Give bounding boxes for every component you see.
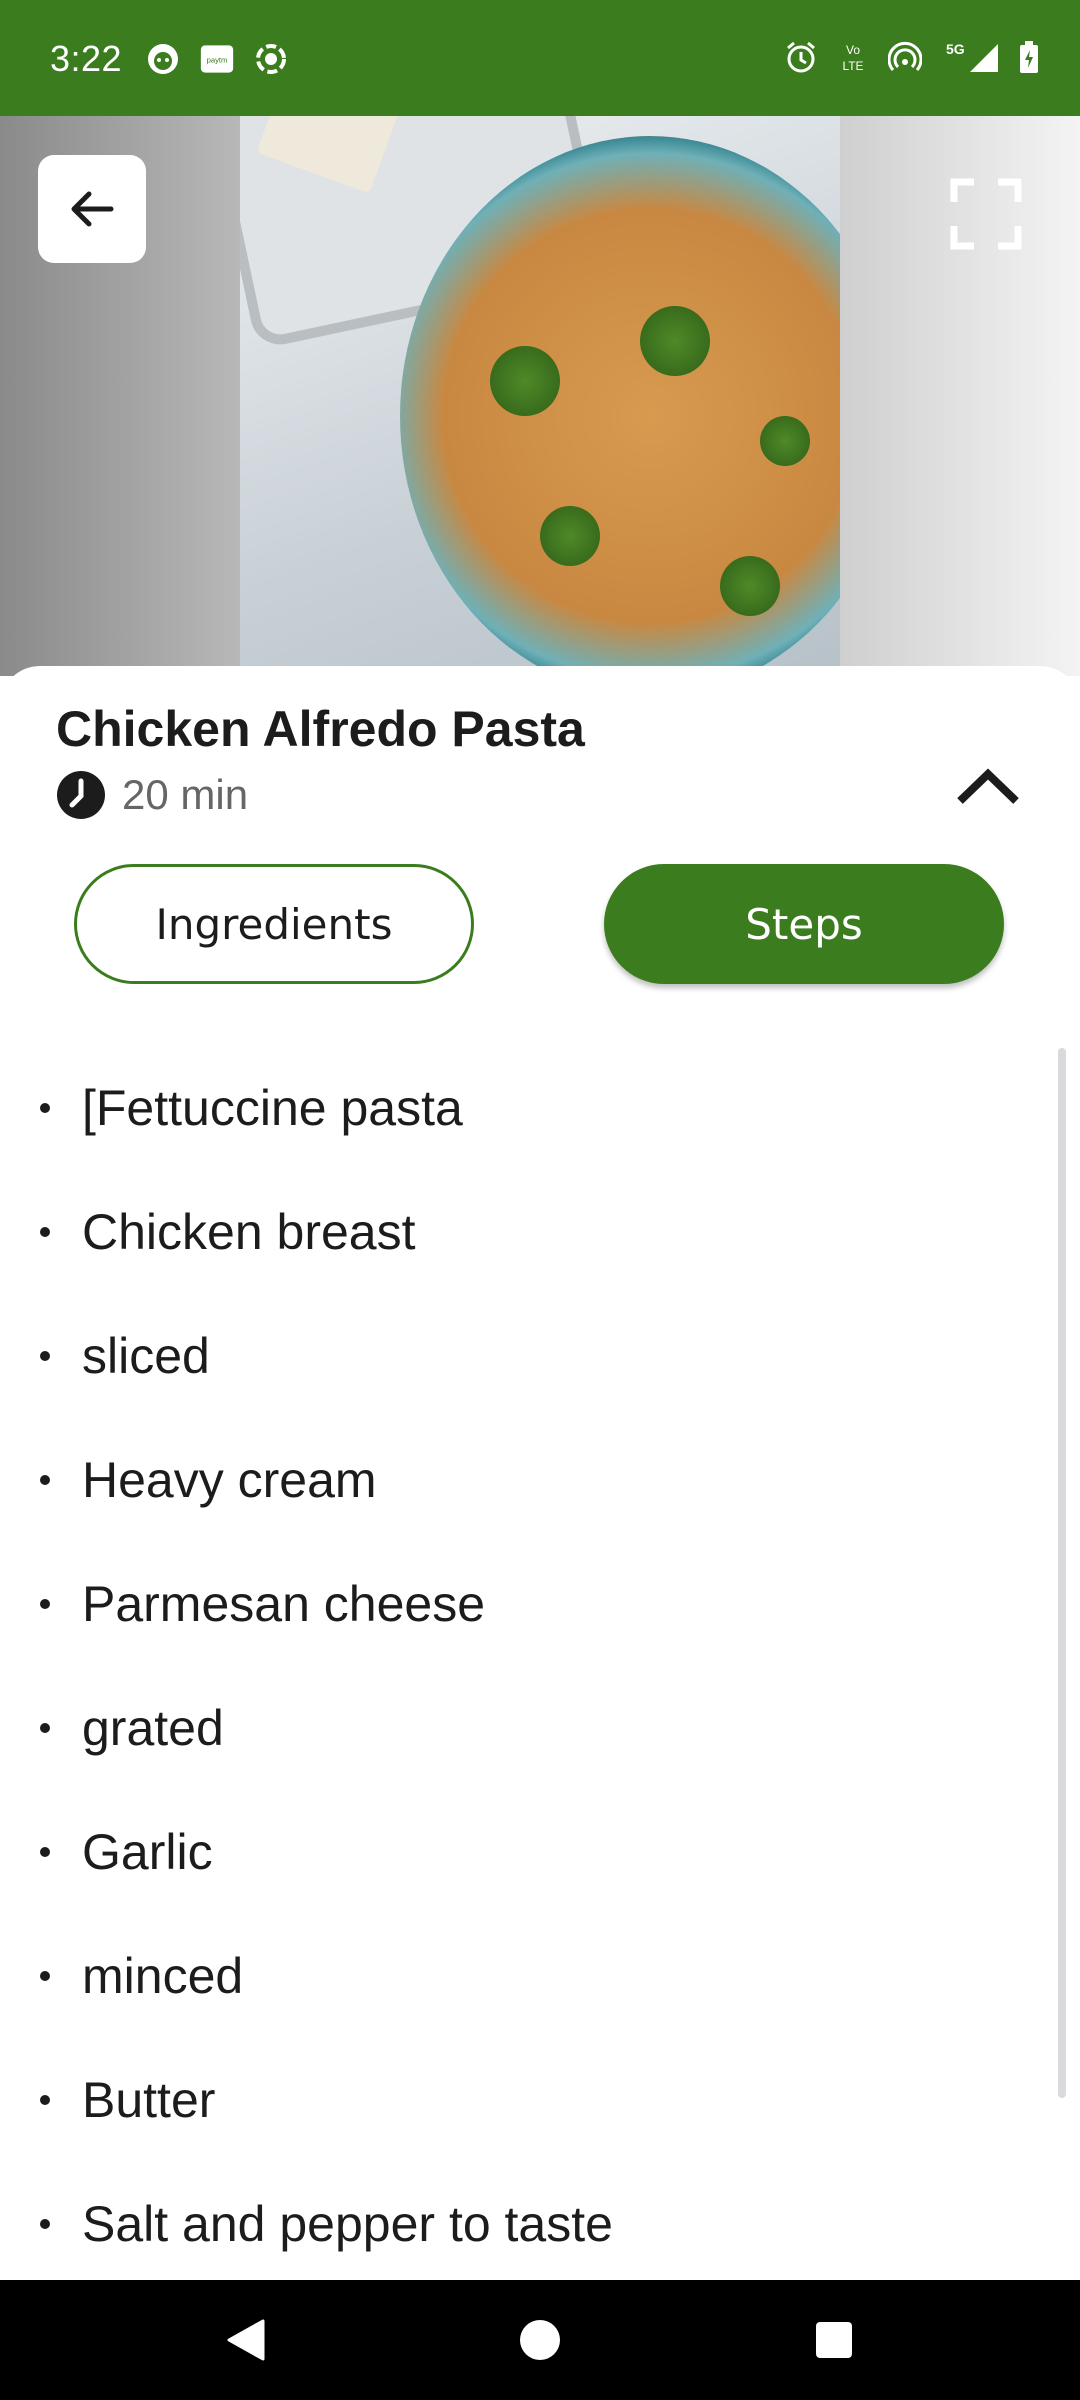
fullscreen-icon — [950, 178, 1022, 250]
svg-text:5G: 5G — [946, 41, 965, 57]
app-notification-icon — [146, 42, 180, 76]
list-item: Butter — [0, 2038, 1060, 2162]
nav-recents-button[interactable] — [804, 2310, 864, 2370]
bullet — [40, 1103, 50, 1113]
bullet — [40, 1599, 50, 1609]
broccoli-shape — [720, 556, 780, 616]
status-right-icons: Vo LTE 5G — [784, 40, 1040, 74]
svg-text:paytm: paytm — [207, 55, 228, 64]
tab-steps[interactable]: Steps — [604, 864, 1004, 984]
arrow-left-icon — [71, 191, 114, 227]
volte-icon: Vo LTE — [836, 40, 870, 74]
bullet — [40, 1971, 50, 1981]
nav-recents-square-icon — [816, 2322, 852, 2358]
broccoli-shape — [540, 506, 600, 566]
list-item: grated — [0, 1666, 1060, 1790]
cook-time: 20 min — [122, 771, 249, 818]
svg-text:LTE: LTE — [842, 59, 863, 73]
paytm-icon: paytm — [200, 42, 234, 76]
svg-text:Vo: Vo — [846, 43, 860, 57]
signal-icon: 5G — [940, 40, 1000, 74]
ingredient-text: Chicken breast — [82, 1204, 416, 1260]
bullet — [40, 2095, 50, 2105]
system-nav-bar — [0, 2280, 1080, 2400]
recipe-title: Chicken Alfredo Pasta — [56, 701, 585, 757]
ingredient-text: sliced — [82, 1328, 210, 1384]
broccoli-shape — [490, 346, 560, 416]
broccoli-shape — [640, 306, 710, 376]
chevron-up-icon — [957, 768, 1019, 804]
list-item: sliced — [0, 1294, 1060, 1418]
bullet — [40, 1847, 50, 1857]
battery-charging-icon — [1018, 40, 1040, 74]
ingredient-text: Garlic — [82, 1824, 213, 1880]
list-item: Chicken breast — [0, 1170, 1060, 1294]
cook-time-row: 20 min — [56, 770, 248, 820]
ingredient-text: minced — [82, 1948, 244, 2004]
bullet — [40, 1227, 50, 1237]
list-item: Heavy cream — [0, 1418, 1060, 1542]
ingredients-list: [Fettuccine pasta Chicken breast sliced … — [0, 1046, 1060, 2286]
ingredient-text: [Fettuccine pasta — [82, 1080, 463, 1136]
ingredient-text: Parmesan cheese — [82, 1576, 486, 1632]
status-left-icons: paytm — [146, 42, 288, 76]
pasta-photo — [240, 116, 840, 676]
list-item: [Fettuccine pasta — [0, 1046, 1060, 1170]
nav-home-button[interactable] — [510, 2310, 570, 2370]
recipe-hero-image — [0, 116, 1080, 676]
nav-back-button[interactable] — [216, 2310, 276, 2370]
nav-back-triangle-icon — [227, 2319, 265, 2361]
clock-icon — [57, 771, 105, 819]
scrollbar[interactable] — [1058, 1048, 1066, 2098]
status-bar: 3:22 paytm Vo LTE 5G — [0, 0, 1080, 116]
ingredient-text: Butter — [82, 2072, 216, 2128]
alarm-icon — [784, 40, 818, 74]
tab-ingredients[interactable]: Ingredients — [74, 864, 474, 984]
back-button[interactable] — [38, 155, 146, 263]
nav-home-circle-icon — [520, 2320, 560, 2360]
list-item: Salt and pepper to taste — [0, 2162, 1060, 2286]
recipe-detail-sheet: Chicken Alfredo Pasta 20 min Ingredients… — [0, 666, 1080, 2280]
list-item: Parmesan cheese — [0, 1542, 1060, 1666]
bullet — [40, 1723, 50, 1733]
status-time: 3:22 — [50, 38, 123, 79]
ingredient-text: Heavy cream — [82, 1452, 377, 1508]
list-item: Garlic — [0, 1790, 1060, 1914]
ingredient-text: Salt and pepper to taste — [82, 2196, 613, 2252]
bullet — [40, 1351, 50, 1361]
bullet — [40, 1475, 50, 1485]
hotspot-icon — [888, 40, 922, 74]
bullet — [40, 2219, 50, 2229]
collapse-button[interactable] — [948, 746, 1028, 826]
screen: 3:22 paytm Vo LTE 5G Chicken Alfredo Pas… — [0, 0, 1080, 2400]
broccoli-shape — [760, 416, 810, 466]
screen-record-icon — [254, 42, 288, 76]
list-item: minced — [0, 1914, 1060, 2038]
ingredient-text: grated — [82, 1700, 224, 1756]
fullscreen-button[interactable] — [950, 178, 1022, 250]
